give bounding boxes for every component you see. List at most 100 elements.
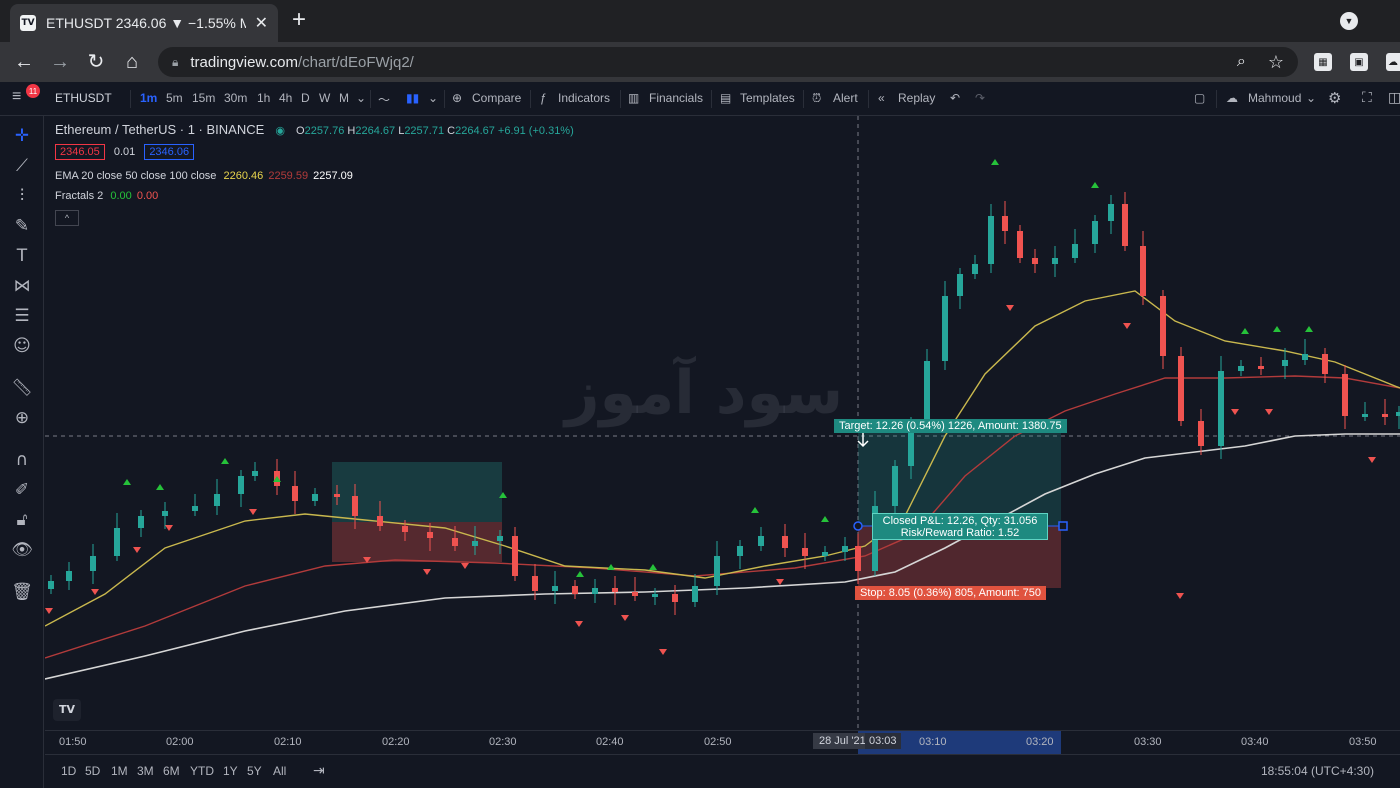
financials-button[interactable]: Financials	[649, 91, 703, 105]
candles-chart-type-icon[interactable]: ▮▮	[406, 91, 419, 105]
range-ytd-button[interactable]: YTD	[190, 764, 214, 778]
financials-icon[interactable]: ▥	[628, 91, 639, 105]
trend-line-icon[interactable]: ⟋	[10, 154, 34, 178]
timezone-clock[interactable]: 18:55:04 (UTC+4:30)	[1261, 764, 1374, 778]
text-tool-icon[interactable]: T	[10, 244, 34, 268]
candle-body	[552, 586, 558, 591]
layout-icon[interactable]: ▢	[1194, 91, 1205, 105]
interval-d[interactable]: D	[301, 91, 310, 105]
interval-4h[interactable]: 4h	[279, 91, 292, 105]
emoji-icon[interactable]: ☺	[10, 334, 34, 358]
market-status-icon: ◉	[275, 125, 285, 137]
legend-collapse-button[interactable]: ^	[55, 210, 79, 226]
sell-price-button[interactable]: 2346.05	[55, 144, 105, 160]
line-chart-type-icon[interactable]: 〜	[378, 91, 390, 108]
pattern-tool-icon[interactable]: ⋈	[10, 274, 34, 298]
url-input[interactable]: 🔒︎ tradingview.com /chart/dEoFWjq2/ ⌕ ☆	[158, 47, 1298, 77]
interval-m[interactable]: M	[339, 91, 349, 105]
indicators-button[interactable]: Indicators	[558, 91, 610, 105]
interval-1m[interactable]: 1m	[140, 91, 157, 105]
fractal-down-marker	[1368, 457, 1376, 463]
range-5d-button[interactable]: 5D	[85, 764, 100, 778]
fib-retracement-icon[interactable]: ⫶	[10, 184, 34, 208]
low-value: 2257.71	[404, 125, 445, 137]
forward-icon[interactable]: →	[48, 50, 72, 74]
home-icon[interactable]: ⌂	[120, 50, 144, 74]
replay-icon[interactable]: «	[878, 91, 885, 105]
tab-close-icon[interactable]: ✕	[255, 13, 268, 33]
indicators-icon[interactable]: ƒ	[540, 91, 547, 105]
hide-drawings-icon[interactable]: 👁︎	[10, 538, 34, 562]
browser-tab-bar: TV ETHUSDT 2346.06 ▼ −1.55% Mah ✕ + ▼	[0, 0, 1400, 42]
undo-icon[interactable]: ↶	[950, 91, 960, 105]
chart-type-dropdown-icon[interactable]: ⌄	[428, 91, 438, 105]
time-axis[interactable]: 01:50 02:00 02:10 02:20 02:30 02:40 02:50 03:10…	[45, 730, 1400, 754]
stay-drawing-icon[interactable]: ✐	[10, 478, 34, 502]
snapshot-icon[interactable]: ◫	[1388, 89, 1400, 106]
target-label[interactable]: Target: 12.26 (0.54%) 1226, Amount: 1380…	[834, 419, 1067, 433]
candle-body	[714, 556, 720, 586]
ema20-line	[45, 290, 1400, 627]
range-1d-button[interactable]: 1D	[61, 764, 76, 778]
settings-gear-icon[interactable]: ⚙	[1328, 89, 1341, 107]
interval-1h[interactable]: 1h	[257, 91, 270, 105]
alert-icon[interactable]: ⏰︎	[812, 91, 821, 106]
candle-body	[1282, 360, 1288, 366]
range-1m-button[interactable]: 1M	[111, 764, 128, 778]
reload-icon[interactable]: ↻	[84, 50, 108, 74]
lock-icon[interactable]: 🔒︎	[172, 55, 178, 70]
fullscreen-icon[interactable]: ⛶	[1362, 89, 1372, 106]
closed-pnl-label[interactable]: Closed P&L: 12.26, Qty: 31.056 Risk/Rewa…	[872, 513, 1048, 540]
replay-button[interactable]: Replay	[898, 91, 935, 105]
stop-label[interactable]: Stop: 8.05 (0.36%) 805, Amount: 750	[855, 586, 1047, 600]
interval-w[interactable]: W	[319, 91, 330, 105]
interval-15m[interactable]: 15m	[192, 91, 215, 105]
extension-icon[interactable]: ▦	[1314, 53, 1332, 71]
range-6m-button[interactable]: 6M	[163, 764, 180, 778]
magnet-icon[interactable]: ∩	[10, 448, 34, 472]
candle-body	[512, 536, 518, 576]
go-to-date-icon[interactable]: ⇥	[313, 762, 325, 779]
ruler-icon[interactable]: 📏︎	[10, 376, 34, 400]
browser-tab[interactable]: TV ETHUSDT 2346.06 ▼ −1.55% Mah ✕	[10, 4, 278, 42]
symbol-search[interactable]: ETHUSDT	[55, 91, 112, 105]
zoom-in-icon[interactable]: ⊕	[10, 406, 34, 430]
fractals-label[interactable]: Fractals 2	[55, 190, 103, 202]
star-icon[interactable]: ☆	[1268, 52, 1284, 73]
chart-pane[interactable]: سود آموز Ethereum / TetherUS · 1 · BINAN…	[45, 116, 1400, 730]
fractal-up-marker	[221, 458, 229, 464]
range-5y-button[interactable]: 5Y	[247, 764, 262, 778]
range-3m-button[interactable]: 3M	[137, 764, 154, 778]
cloud-save-icon[interactable]: ☁	[1226, 91, 1238, 105]
back-icon[interactable]: ←	[12, 50, 36, 74]
interval-5m[interactable]: 5m	[166, 91, 183, 105]
templates-button[interactable]: Templates	[740, 91, 795, 105]
cloud-extension-icon[interactable]: ☁	[1386, 53, 1400, 71]
symbol-title[interactable]: Ethereum / TetherUS · 1 · BINANCE	[55, 122, 264, 137]
compare-icon[interactable]: ⊕	[452, 91, 462, 105]
brush-icon[interactable]: ✎	[10, 214, 34, 238]
candle-body	[892, 466, 898, 506]
range-all-button[interactable]: All	[273, 764, 286, 778]
alert-button[interactable]: Alert	[833, 91, 858, 105]
buy-price-button[interactable]: 2346.06	[144, 144, 195, 160]
range-1y-button[interactable]: 1Y	[223, 764, 238, 778]
templates-icon[interactable]: ▤	[720, 91, 731, 105]
prediction-tool-icon[interactable]: ☰	[10, 304, 34, 328]
interval-30m[interactable]: 30m	[224, 91, 247, 105]
compare-button[interactable]: Compare	[472, 91, 521, 105]
crosshair-icon[interactable]: ✛	[10, 124, 34, 148]
tab-search-icon[interactable]: ▼	[1340, 12, 1358, 30]
new-tab-button[interactable]: +	[292, 8, 306, 32]
trash-icon[interactable]: 🗑︎	[10, 580, 34, 604]
tradingview-logo-icon[interactable]: TV	[53, 699, 81, 721]
interval-dropdown-icon[interactable]: ⌄	[356, 91, 366, 105]
search-icon[interactable]: ⌕	[1237, 53, 1246, 71]
drawing-toolbar: ✛ ⟋ ⫶ ✎ T ⋈ ☰ ☺ 📏︎ ⊕ ∩ ✐ 🔓︎ 👁︎ 🗑︎	[0, 116, 44, 788]
user-dropdown-icon[interactable]: ⌄	[1306, 91, 1316, 105]
ema-label[interactable]: EMA 20 close 50 close 100 close	[55, 170, 216, 182]
lock-drawings-icon[interactable]: 🔓︎	[10, 508, 34, 532]
user-layout-button[interactable]: Mahmoud	[1248, 91, 1301, 105]
qr-extension-icon[interactable]: ▣	[1350, 53, 1368, 71]
redo-icon[interactable]: ↷	[975, 91, 985, 105]
